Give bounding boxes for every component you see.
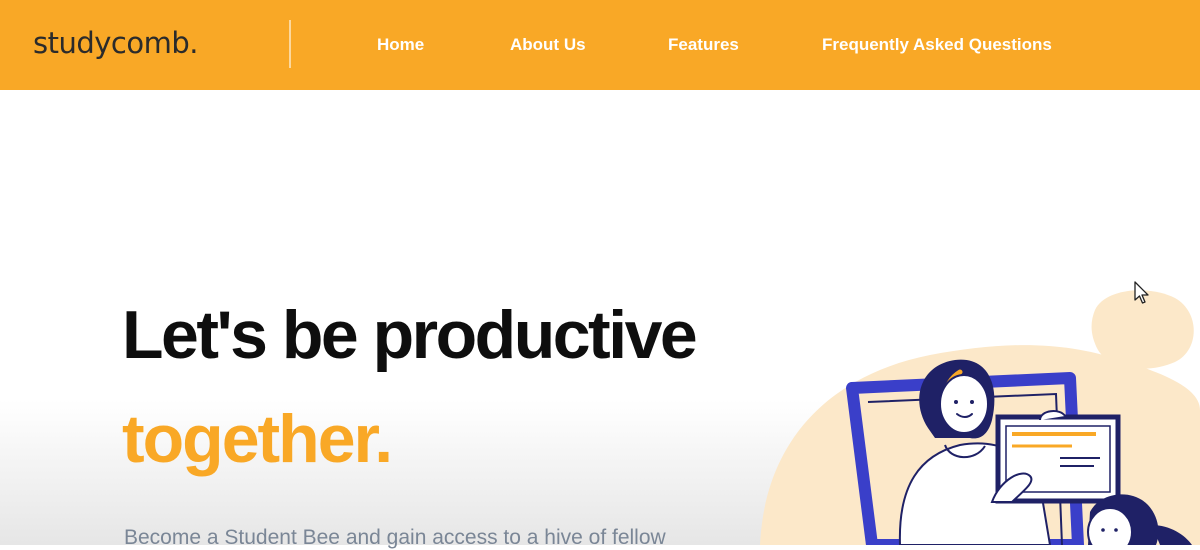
- students-video-call-illustration: [760, 290, 1200, 545]
- hero-subtext: Become a Student Bee and gain access to …: [124, 526, 666, 549]
- woman-face: [939, 374, 989, 434]
- nav-link-features[interactable]: Features: [668, 35, 739, 55]
- nav-link-about-us[interactable]: About Us: [510, 35, 586, 55]
- student-face: [1087, 507, 1133, 545]
- nav-link-faq[interactable]: Frequently Asked Questions: [822, 35, 1052, 55]
- hero-headline-accent: together.: [122, 401, 393, 477]
- navbar: studycomb. Home About Us Features Freque…: [0, 0, 1200, 90]
- brand-logo[interactable]: studycomb.: [33, 26, 199, 60]
- hero-headline: Let's be productive: [122, 297, 698, 373]
- nav-divider: [289, 20, 291, 68]
- mouse-pointer-icon: [1134, 281, 1149, 304]
- nav-link-home[interactable]: Home: [377, 35, 424, 55]
